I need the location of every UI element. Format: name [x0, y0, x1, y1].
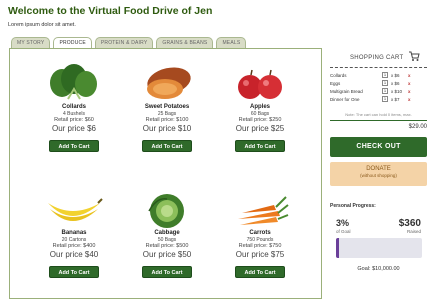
shopping-cart-icon[interactable] — [408, 50, 420, 62]
add-to-cart-button[interactable]: Add To Cart — [235, 266, 285, 278]
cart-item-price: x $6 — [391, 72, 400, 78]
donate-button[interactable]: DONATE (without shopping) — [330, 162, 427, 186]
cart-title: SHOPPING CART — [350, 55, 404, 61]
tab-protein-dairy[interactable]: PROTEIN & DAIRY — [94, 37, 154, 48]
product-card: Collards 4 Bushels Retail price: $60 Our… — [34, 63, 114, 152]
carrots-icon — [238, 196, 289, 225]
progress-title: Personal Progress: — [330, 203, 376, 209]
cart-note: Note: The cart can hold 0 items, max. — [345, 112, 412, 117]
cart-item: Eggs 1 x $6 x — [330, 79, 427, 87]
product-name: Cabbage — [154, 230, 180, 236]
product-card: Apples 60 Bags Retail price: $250 Our pr… — [220, 63, 300, 152]
goal-text: Goal: $10,000.00 — [357, 266, 400, 272]
retail-price: Retail price: $60 — [54, 117, 94, 123]
our-price: Our price $10 — [142, 124, 192, 133]
our-price: Our price $40 — [49, 250, 99, 259]
goal-percent-label: of Goal — [336, 229, 351, 234]
retail-price: Retail price: $100 — [145, 117, 189, 123]
product-name: Carrots — [249, 230, 271, 236]
product-name: Sweet Potatoes — [144, 104, 190, 110]
add-to-cart-button[interactable]: Add To Cart — [142, 140, 192, 152]
add-to-cart-button[interactable]: Add To Cart — [235, 140, 285, 152]
donate-sublabel: (without shopping) — [360, 173, 397, 178]
product-card: Carrots 750 Pounds Retail price: $750 Ou… — [220, 189, 300, 278]
tab-grains-beans[interactable]: GRAINS & BEANS — [156, 37, 214, 48]
tab-my-story[interactable]: MY STORY — [11, 37, 51, 48]
bananas-icon — [48, 198, 103, 221]
retail-price: Retail price: $750 — [238, 243, 282, 249]
product-name: Bananas — [61, 230, 87, 236]
raised-amount: $360 — [398, 218, 421, 229]
cart-items: Collards 1 x $6 x Eggs 1 x $6 x Multigra… — [330, 71, 427, 103]
our-price: Our price $75 — [235, 250, 285, 259]
cart-item: Multigrain Bread 1 x $10 x — [330, 87, 427, 95]
cart-item: Collards 1 x $6 x — [330, 71, 427, 79]
product-name: Collards — [61, 104, 86, 110]
remove-item-button[interactable]: x — [408, 89, 411, 94]
retail-price: Retail price: $500 — [145, 243, 189, 249]
goal-percent: 3% — [336, 218, 350, 228]
cart-item: Dinner for One 1 x $7 x — [330, 95, 427, 103]
cart-item-price: x $7 — [391, 96, 400, 102]
cart-total-divider — [330, 120, 427, 121]
apples-icon — [238, 69, 282, 99]
product-card: Bananas 20 Cartons Retail price: $400 Ou… — [34, 189, 114, 278]
add-to-cart-button[interactable]: Add To Cart — [142, 266, 192, 278]
cart-item-price: x $6 — [391, 80, 400, 86]
product-card: Sweet Potatoes 25 Bags Retail price: $10… — [127, 63, 207, 152]
our-price: Our price $25 — [235, 124, 285, 133]
collards-icon — [50, 64, 97, 100]
add-to-cart-button[interactable]: Add To Cart — [49, 266, 99, 278]
product-name: Apples — [249, 104, 270, 110]
retail-price: Retail price: $400 — [52, 243, 96, 249]
intro-text: Lorem ipsum dolor sit amet. — [8, 22, 76, 28]
remove-item-button[interactable]: x — [408, 97, 411, 102]
product-panel: Collards 4 Bushels Retail price: $60 Our… — [9, 48, 322, 299]
cart-item-name: Eggs — [330, 80, 341, 86]
cart-item-price: x $10 — [391, 88, 403, 94]
cabbage-icon — [148, 194, 184, 228]
cart-item-name: Multigrain Bread — [330, 88, 363, 94]
remove-item-button[interactable]: x — [408, 81, 411, 86]
progress-bar — [336, 238, 422, 258]
our-price: Our price $50 — [142, 250, 192, 259]
cart-item-name: Collards — [330, 72, 347, 78]
product-card: Cabbage 50 Bags Retail price: $500 Our p… — [127, 189, 207, 278]
our-price: Our price $6 — [51, 124, 97, 133]
sweet-potato-icon — [147, 67, 191, 99]
cart-item-name: Dinner for One — [330, 96, 360, 102]
retail-price: Retail price: $250 — [238, 117, 282, 123]
raised-label: Raised — [406, 229, 421, 234]
add-to-cart-button[interactable]: Add To Cart — [49, 140, 99, 152]
progress-bar-fill — [336, 238, 339, 258]
cart-total: $29.00 — [408, 124, 427, 130]
donate-label: DONATE — [366, 166, 391, 172]
cart-divider — [330, 67, 427, 68]
tab-meals[interactable]: MEALS — [216, 37, 247, 48]
remove-item-button[interactable]: x — [408, 73, 411, 78]
checkout-button[interactable]: CHECK OUT — [330, 137, 427, 157]
page-title: Welcome to the Virtual Food Drive of Jen — [8, 5, 213, 17]
